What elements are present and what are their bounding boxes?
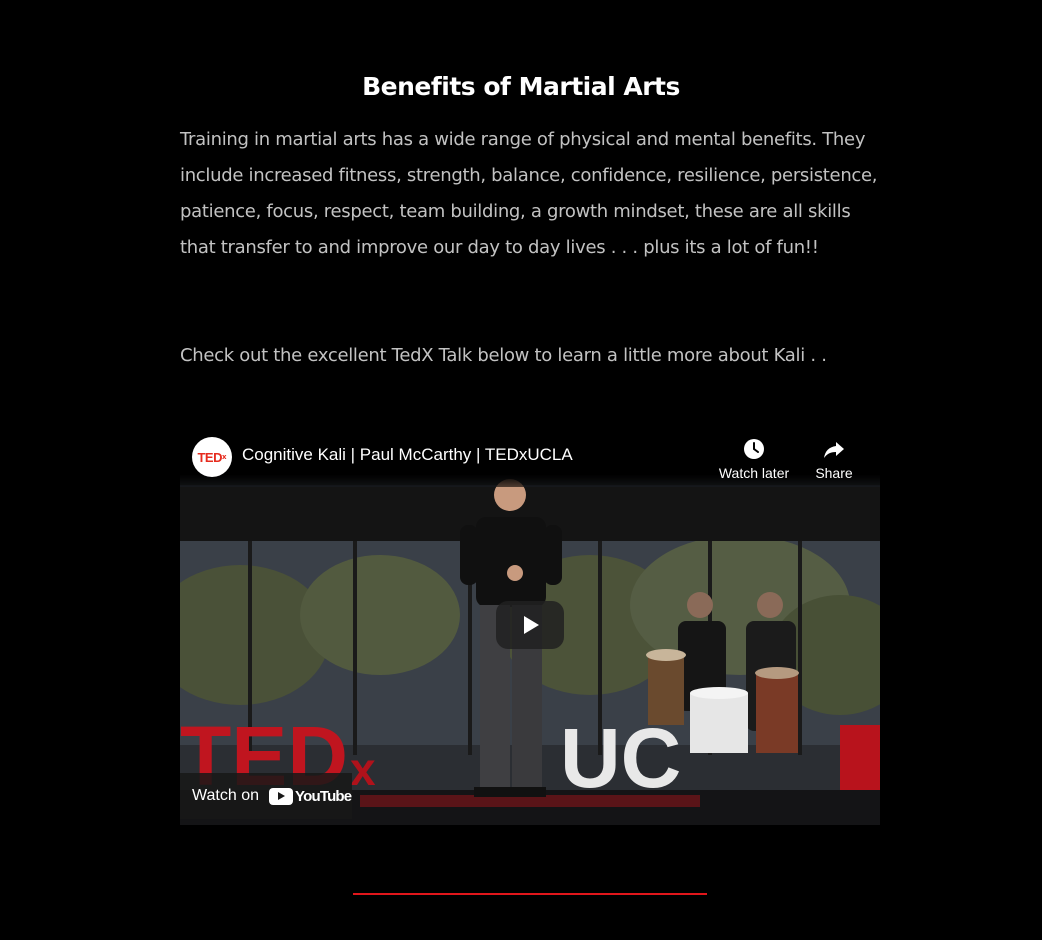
video-title-bar: TED x Cognitive Kali | Paul McCarthy | TE… xyxy=(180,425,880,487)
youtube-wordmark: YouTube xyxy=(295,787,352,805)
watch-later-button[interactable]: Watch later xyxy=(716,437,792,481)
video-title[interactable]: Cognitive Kali | Paul McCarthy | TEDxUCL… xyxy=(242,445,573,465)
share-label: Share xyxy=(815,465,853,481)
tedx-logo-icon[interactable]: TED x xyxy=(192,437,232,477)
play-button[interactable] xyxy=(496,601,564,649)
youtube-play-icon xyxy=(269,787,293,805)
benefits-paragraph: Training in martial arts has a wide rang… xyxy=(180,129,878,258)
channel-logo-text: TED xyxy=(197,449,222,465)
watch-on-youtube-link[interactable]: Watch on YouTube xyxy=(180,773,352,819)
svg-text:x: x xyxy=(350,743,376,795)
play-icon xyxy=(524,616,539,634)
share-arrow-icon xyxy=(824,442,844,458)
youtube-logo-icon: YouTube xyxy=(269,787,352,805)
watch-later-label: Watch later xyxy=(718,465,790,481)
tedx-intro-paragraph: Check out the excellent TedX Talk below … xyxy=(180,345,827,366)
clock-icon xyxy=(744,439,764,459)
watch-on-label: Watch on xyxy=(192,787,259,804)
section-heading: Benefits of Martial Arts xyxy=(362,72,680,101)
section-divider xyxy=(353,893,707,895)
share-button[interactable]: Share xyxy=(808,437,860,481)
youtube-embed[interactable]: TED x UC TED x Cognitive Kali | Paul McC… xyxy=(180,425,880,825)
channel-logo-sup: x xyxy=(221,453,227,461)
